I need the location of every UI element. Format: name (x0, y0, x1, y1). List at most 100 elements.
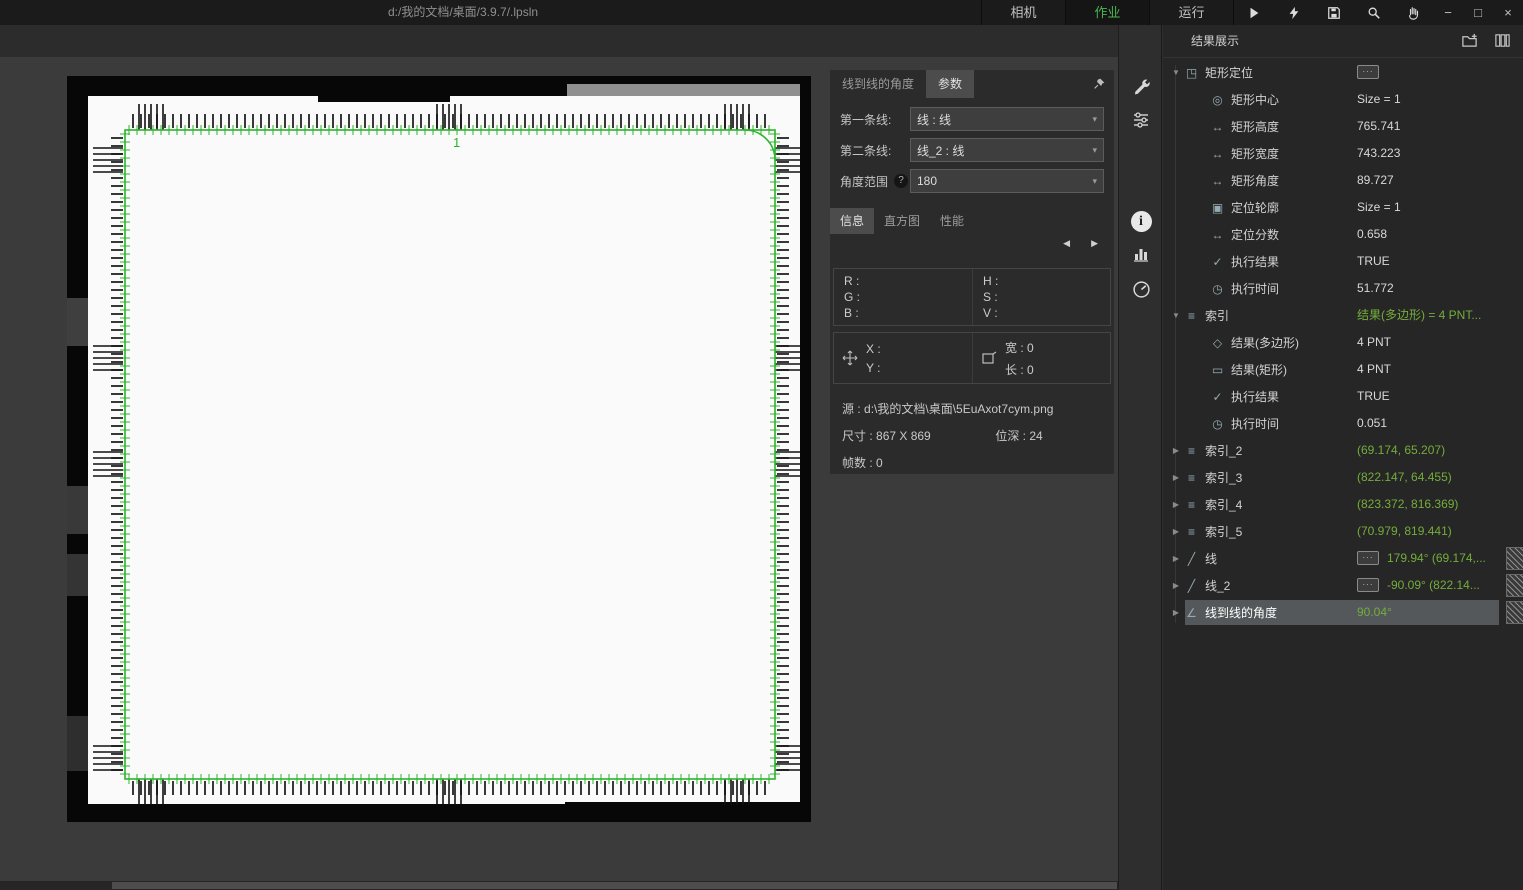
expand-icon[interactable]: ▶ (1169, 608, 1183, 617)
add-group-icon[interactable] (1461, 32, 1478, 49)
polygon-icon: ◇ (1209, 336, 1226, 350)
param-value: 线 : 线 (917, 111, 951, 128)
position-col: X :Y : (834, 333, 972, 383)
results-header-icons (1461, 32, 1511, 49)
tab-parameters[interactable]: 参数 (926, 70, 974, 98)
tree-row[interactable]: ↔矩形宽度743.223 (1163, 140, 1523, 167)
tree-row[interactable]: ◷执行时间0.051 (1163, 410, 1523, 437)
tree-row-label: 索引_4 (1205, 496, 1242, 513)
tree-row[interactable]: ▼≡索引结果(多边形) = 4 PNT... (1163, 302, 1523, 329)
tree-row[interactable]: ▶≡索引_3(822.147, 64.455) (1163, 464, 1523, 491)
tree-row[interactable]: ◷执行时间51.772 (1163, 275, 1523, 302)
run-icon[interactable] (1244, 3, 1264, 23)
quick-run-icon[interactable] (1284, 3, 1304, 23)
titlebar-actions (1236, 0, 1432, 25)
layers-icon: ≡ (1183, 471, 1200, 485)
tree-row[interactable]: ✓执行结果TRUE (1163, 248, 1523, 275)
tree-row[interactable]: ↔定位分数0.658 (1163, 221, 1523, 248)
expand-icon[interactable]: ▶ (1169, 554, 1183, 563)
tree-row[interactable]: ▶≡索引_5(70.979, 819.441) (1163, 518, 1523, 545)
check-icon: ✓ (1209, 390, 1226, 404)
tree-row[interactable]: ▣定位轮廓Size = 1 (1163, 194, 1523, 221)
collapse-icon[interactable]: ▼ (1169, 311, 1183, 320)
scrollbar-thumb[interactable] (112, 882, 1117, 889)
image-canvas[interactable]: 1 (67, 76, 811, 822)
tree-row[interactable]: ▶╱线_2···-90.09° (822.14... (1163, 572, 1523, 599)
size-label: 尺寸 : (842, 429, 873, 443)
titlebar-tab[interactable]: 相机 (982, 0, 1066, 25)
pixel-channels-box: R :G :B : H :S :V : (833, 268, 1111, 326)
result-thumbnail[interactable] (1506, 547, 1523, 570)
tree-row[interactable]: ▶∠线到线的角度90.04° (1163, 599, 1523, 626)
tools-wrench-icon[interactable] (1119, 77, 1163, 95)
layout-columns-icon[interactable] (1494, 32, 1511, 49)
search-icon[interactable] (1364, 3, 1384, 23)
tree-row[interactable]: ▶≡索引_4(823.372, 816.369) (1163, 491, 1523, 518)
help-icon[interactable]: ? (894, 174, 908, 188)
depth-label: 位深 : (995, 429, 1026, 443)
tree-row-label: 执行结果 (1231, 388, 1279, 405)
horizontal-scrollbar[interactable] (0, 881, 1118, 890)
expand-icon[interactable]: ▶ (1169, 446, 1183, 455)
minimize-button[interactable]: − (1433, 0, 1463, 25)
info-tab[interactable]: 性能 (930, 208, 974, 234)
viewer-toolbar (0, 25, 1118, 58)
parameters-tabbar: 线到线的角度 参数 (830, 70, 1114, 98)
frame-label: 帧数 : (842, 456, 873, 470)
circle-dot-icon: ◎ (1209, 93, 1226, 107)
measure-icon: ↔ (1209, 120, 1226, 134)
pin-icon[interactable] (1093, 77, 1106, 90)
expand-icon[interactable]: ▶ (1169, 500, 1183, 509)
collapse-icon[interactable]: ▼ (1169, 68, 1183, 77)
measure-icon: ↔ (1209, 174, 1226, 188)
result-thumbnail[interactable] (1506, 601, 1523, 624)
hand-tool-icon[interactable] (1404, 3, 1424, 23)
tree-row-label: 结果(矩形) (1231, 361, 1287, 378)
tree-row-label: 定位轮廓 (1231, 199, 1279, 216)
application-window: d:/我的文档/桌面/3.9.7/.lpsln 相机作业运行 −□× ⋮ (0, 0, 1523, 890)
tree-row[interactable]: ▭结果(矩形)4 PNT (1163, 356, 1523, 383)
param-dropdown[interactable]: 线_2 : 线▾ (910, 138, 1104, 162)
expand-icon[interactable]: ▶ (1169, 527, 1183, 536)
tree-row[interactable]: ▼◳矩形定位··· (1163, 59, 1523, 86)
titlebar-tab[interactable]: 作业 (1066, 0, 1150, 25)
tree-row[interactable]: ↔矩形高度765.741 (1163, 113, 1523, 140)
tab-tool-title[interactable]: 线到线的角度 (830, 70, 926, 98)
tree-row-value: 765.741 (1357, 113, 1400, 140)
maximize-button[interactable]: □ (1463, 0, 1493, 25)
more-options-button[interactable]: ··· (1357, 551, 1379, 565)
tree-row[interactable]: ◎矩形中心Size = 1 (1163, 86, 1523, 113)
save-icon[interactable] (1324, 3, 1344, 23)
param-dropdown[interactable]: 180▾ (910, 169, 1104, 193)
dimension-label: 宽 : 0 (1005, 339, 1034, 356)
next-frame-icon[interactable]: ▶ (1091, 238, 1098, 249)
result-thumbnail[interactable] (1506, 574, 1523, 597)
more-options-button[interactable]: ··· (1357, 578, 1379, 592)
source-label: 源 : (842, 402, 861, 416)
expand-icon[interactable]: ▶ (1169, 473, 1183, 482)
expand-icon[interactable]: ▶ (1169, 581, 1183, 590)
channel-label: B : (844, 306, 962, 320)
histogram-icon[interactable] (1119, 245, 1163, 263)
prev-frame-icon[interactable]: ◀ (1063, 238, 1070, 249)
scan-artifact (67, 554, 88, 596)
tree-row[interactable]: ↔矩形角度89.727 (1163, 167, 1523, 194)
scan-notch (565, 802, 800, 810)
tree-row[interactable]: ▶≡索引_2(69.174, 65.207) (1163, 437, 1523, 464)
info-tab[interactable]: 信息 (830, 208, 874, 234)
titlebar-tab[interactable]: 运行 (1150, 0, 1234, 25)
size-line: 尺寸 : 867 X 869 位深 : 24 (842, 427, 1102, 444)
param-dropdown[interactable]: 线 : 线▾ (910, 107, 1104, 131)
tree-row[interactable]: ◇结果(多边形)4 PNT (1163, 329, 1523, 356)
tree-row[interactable]: ✓执行结果TRUE (1163, 383, 1523, 410)
info-tab[interactable]: 直方图 (874, 208, 930, 234)
source-line: 源 : d:\我的文档\桌面\5EuAxot7cym.png (842, 400, 1102, 417)
settings-sliders-icon[interactable] (1119, 111, 1163, 129)
close-button[interactable]: × (1493, 0, 1523, 25)
more-options-button[interactable]: ··· (1357, 65, 1379, 79)
gauge-icon[interactable] (1119, 280, 1163, 299)
tree-row[interactable]: ▶╱线···179.94° (69.174,... (1163, 545, 1523, 572)
window-controls: −□× (1433, 0, 1523, 25)
info-circle-icon[interactable]: i (1119, 211, 1163, 232)
tree-row-label: 矩形定位 (1205, 64, 1253, 81)
